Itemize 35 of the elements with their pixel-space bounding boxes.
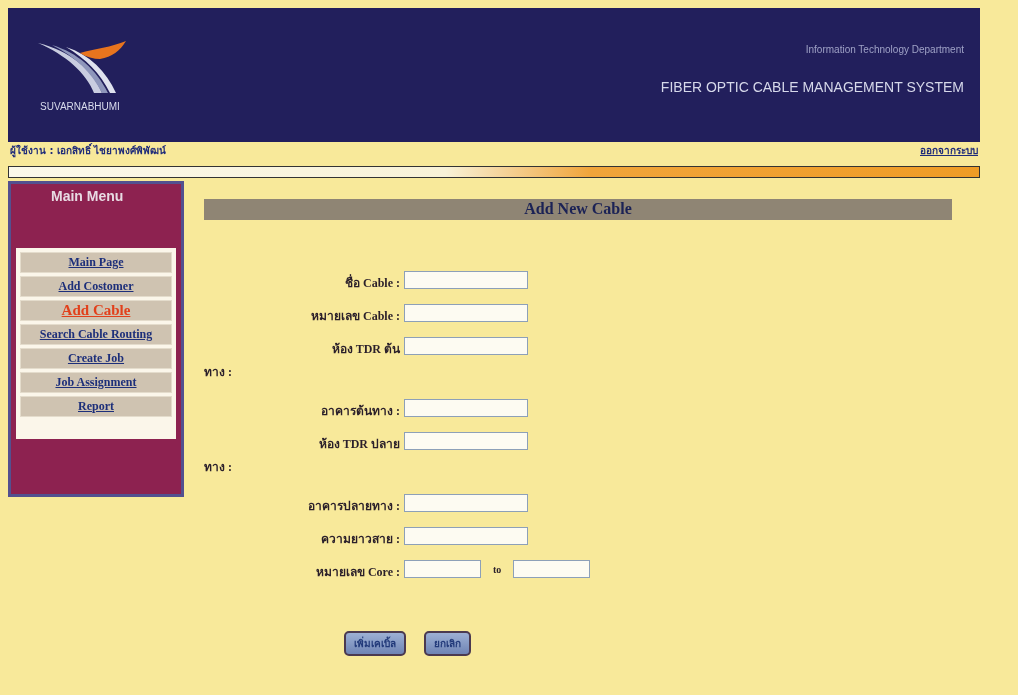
- logout-link[interactable]: ออกจากระบบ: [920, 143, 978, 158]
- menu-item[interactable]: Add Costomer: [20, 276, 172, 297]
- field-label: ความยาวสาย :: [321, 531, 401, 548]
- input-field[interactable]: [404, 560, 481, 578]
- menu-title: Main Menu: [50, 187, 125, 206]
- user-name: ผู้ใช้งาน : เอกสิทธิ์ ไชยาพงศ์พิพัฒน์: [10, 143, 167, 158]
- field-label: ห้อง TDR ต้น: [331, 341, 401, 358]
- field-label: หมายเลข Core :: [315, 564, 401, 581]
- form-title: Add New Cable: [204, 199, 952, 220]
- cancel-button[interactable]: ยกเลิก: [424, 631, 471, 656]
- input-field[interactable]: [404, 337, 528, 355]
- field-label: อาคารปลายทาง :: [308, 498, 401, 515]
- input-field[interactable]: [513, 560, 591, 578]
- menu-item[interactable]: Create Job: [20, 348, 172, 369]
- field-label: ห้อง TDR ปลาย: [318, 436, 401, 453]
- field-label: อาคารต้นทาง :: [321, 403, 401, 420]
- menu-item[interactable]: Search Cable Routing: [20, 324, 172, 345]
- menu-item[interactable]: Job Assignment: [20, 372, 172, 393]
- field-label: ชื่อ Cable :: [345, 273, 401, 292]
- input-field[interactable]: [404, 494, 528, 512]
- field-label: หมายเลข Cable :: [311, 308, 401, 325]
- logo-text: SUVARNABHUMI: [40, 100, 120, 112]
- input-field[interactable]: [404, 304, 528, 322]
- add-button[interactable]: เพิ่มเคเบิ้ล: [344, 631, 406, 656]
- department-label: Information Technology Department: [805, 44, 964, 55]
- field-label: ทาง :: [204, 459, 232, 476]
- input-field[interactable]: [404, 271, 528, 289]
- menu-item[interactable]: Main Page: [20, 252, 172, 273]
- system-title: FIBER OPTIC CABLE MANAGEMENT SYSTEM: [660, 79, 964, 95]
- input-field[interactable]: [404, 399, 528, 417]
- separator-label: to: [492, 563, 503, 575]
- input-field[interactable]: [404, 432, 528, 450]
- input-field[interactable]: [404, 527, 528, 545]
- field-label: ทาง :: [204, 364, 232, 381]
- menu-item[interactable]: Report: [20, 396, 172, 417]
